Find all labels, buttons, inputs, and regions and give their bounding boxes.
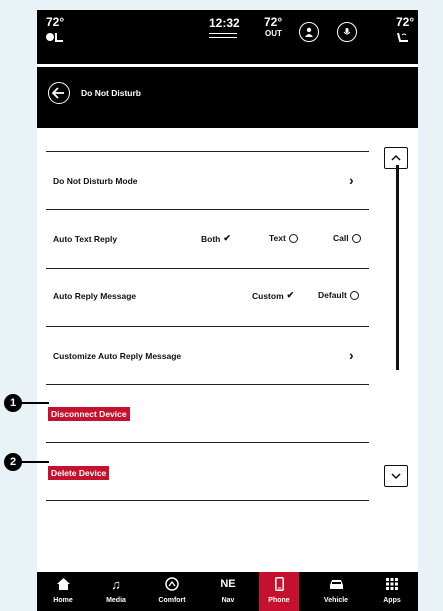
nav-home-label: Home: [53, 597, 73, 604]
time-underline-2: [209, 37, 237, 38]
outside-label: OUT: [265, 29, 282, 38]
dnd-mode-label: Do Not Disturb Mode: [53, 176, 138, 186]
nav-phone-label: Phone: [268, 597, 290, 604]
home-icon: [56, 572, 70, 596]
settings-list: Do Not Disturb Mode › Auto Text Reply Bo…: [37, 128, 418, 572]
head-unit-screen: 72° 12:32 72° OUT 72° Do Not Disturb Do …: [37, 10, 418, 611]
callout-1-line: [20, 402, 49, 404]
option-call-label: Call: [333, 233, 349, 243]
option-both[interactable]: Both ✔: [201, 233, 231, 244]
divider: [46, 268, 369, 269]
back-arrow-icon: [51, 87, 64, 99]
option-text[interactable]: Text: [269, 233, 298, 243]
disconnect-device-button[interactable]: Disconnect Device: [48, 407, 130, 421]
driver-profile-icon[interactable]: [299, 22, 319, 42]
checked-radio-icon: ✔: [223, 233, 231, 243]
radio-empty-icon: [349, 290, 359, 300]
nav-nav-label: Nav: [221, 597, 235, 604]
nav-home[interactable]: Home: [40, 572, 86, 611]
clock: 12:32: [209, 16, 240, 30]
scroll-down-button[interactable]: [384, 465, 408, 487]
status-bar: 72° 12:32 72° OUT 72°: [37, 10, 418, 64]
time-underline: [209, 33, 237, 34]
nav-media[interactable]: ♫ Media: [93, 572, 139, 611]
car-icon: [329, 572, 344, 596]
divider: [46, 384, 369, 385]
divider: [46, 442, 369, 443]
auto-text-reply-label: Auto Text Reply: [53, 234, 118, 244]
auto-reply-message-label: Auto Reply Message: [53, 291, 137, 301]
option-both-label: Both: [201, 233, 221, 244]
nav-comfort-label: Comfort: [158, 597, 186, 604]
nav-comfort[interactable]: Comfort: [149, 572, 195, 611]
driver-temperature[interactable]: 72°: [46, 16, 64, 28]
nav-apps[interactable]: Apps: [369, 572, 415, 611]
comfort-icon: [164, 572, 180, 596]
apps-grid-icon: [386, 572, 398, 596]
chevron-right-icon: ›: [349, 172, 354, 188]
checked-radio-icon: ✔: [286, 290, 295, 300]
voice-command-icon[interactable]: [337, 22, 357, 42]
nav-vehicle[interactable]: Vehicle: [313, 572, 359, 611]
compass-icon: NE: [220, 578, 236, 590]
divider: [46, 209, 369, 210]
phone-icon: [274, 572, 284, 596]
nav-vehicle-label: Vehicle: [323, 597, 349, 604]
back-button[interactable]: [48, 82, 70, 104]
nav-media-label: Media: [106, 597, 126, 604]
option-default-label: Default: [318, 290, 347, 300]
divider: [46, 326, 369, 327]
divider: [46, 500, 369, 501]
delete-device-button[interactable]: Delete Device: [48, 466, 110, 480]
scrollbar[interactable]: [396, 165, 399, 370]
chevron-down-icon: [391, 473, 401, 480]
outside-temperature: 72°: [264, 15, 283, 29]
radio-empty-icon: [351, 233, 361, 243]
option-custom[interactable]: Custom ✔: [252, 290, 294, 301]
nav-nav[interactable]: NE Nav: [205, 572, 251, 611]
option-call[interactable]: Call: [333, 233, 361, 243]
chevron-right-icon: ›: [349, 347, 354, 363]
bottom-navigation: Home ♫ Media Comfort NE Nav Phone Vehicl…: [37, 572, 418, 611]
option-text-label: Text: [269, 233, 286, 243]
page-title: Do Not Disturb: [81, 88, 141, 98]
callout-2-line: [20, 461, 49, 463]
passenger-seat-icon[interactable]: [396, 31, 410, 49]
nav-phone[interactable]: Phone: [259, 572, 299, 611]
option-default[interactable]: Default: [318, 290, 359, 300]
divider: [46, 151, 369, 152]
option-custom-label: Custom: [252, 290, 284, 301]
title-bar: Do Not Disturb: [37, 67, 418, 128]
nav-apps-label: Apps: [383, 597, 401, 604]
chevron-up-icon: [391, 154, 401, 161]
passenger-temperature[interactable]: 72°: [396, 16, 414, 28]
heated-seat-icon[interactable]: [45, 30, 65, 48]
music-note-icon: ♫: [111, 576, 121, 592]
radio-empty-icon: [288, 233, 298, 243]
customize-label: Customize Auto Reply Message: [53, 351, 182, 361]
